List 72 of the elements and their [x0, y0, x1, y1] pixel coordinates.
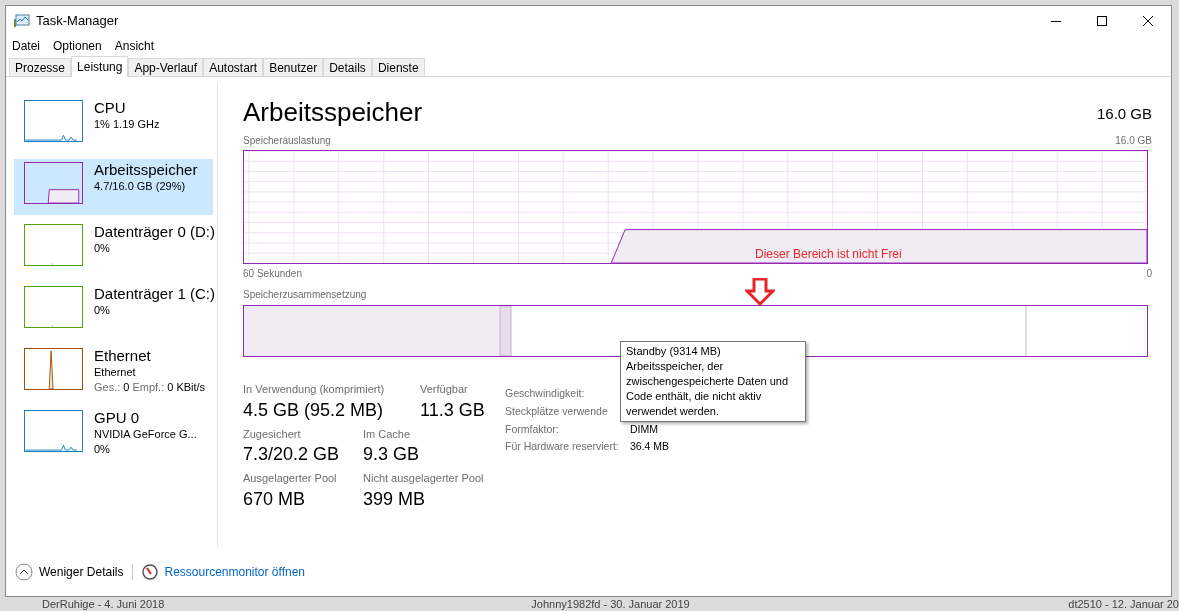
post-author: dt2510 - 12. Januar 20 [1068, 598, 1179, 611]
detail-value: 36.4 MB [630, 439, 670, 455]
graph-max: 16.0 GB [1115, 134, 1152, 148]
sidebar-item[interactable]: CPU 1% 1.19 GHz [14, 97, 213, 153]
tab[interactable]: App-Verlauf [128, 58, 204, 76]
sidebar-item[interactable]: Datenträger 0 (D:) 0% [14, 221, 213, 277]
stat-value: 670 MB [243, 487, 307, 511]
window-title: Task-Manager [36, 12, 119, 31]
tooltip-title: Standby (9314 MB) [626, 344, 722, 359]
tooltip-text: Arbeitsspeicher, der zwischengespeicherte Daten und Code enthält, die nicht aktiv verwendet werden. [626, 359, 790, 419]
resource-name: Arbeitsspeicher [94, 160, 198, 179]
sidebar-item[interactable]: Arbeitsspeicher 4.7/16.0 GB (29%) [14, 159, 213, 215]
resource-name: Datenträger 0 (D:) [94, 222, 215, 241]
monitor-icon [14, 14, 30, 28]
detail-value: DIMM [630, 421, 659, 437]
detail-label: Formfaktor: [505, 421, 560, 437]
detail-label: Für Hardware reserviert: [505, 439, 620, 455]
menu-item[interactable]: Datei [12, 37, 40, 55]
minimize-icon [1051, 20, 1061, 22]
stat-value: 7.3/20.2 GB [243, 443, 341, 466]
resource-monitor-link[interactable]: Ressourcenmonitor öffnen [164, 563, 305, 581]
resource-detail: 0% [94, 303, 111, 318]
stat-value: 399 MB [363, 487, 427, 511]
menu-item[interactable]: Optionen [53, 37, 102, 55]
sidebar-item[interactable]: GPU 0 NVIDIA GeForce G... 0% [14, 407, 213, 463]
resource-detail: Ethernet [94, 365, 137, 380]
stat-label: Im Cache [363, 426, 412, 442]
maximize-icon [1097, 16, 1107, 26]
resource-detail: 0% [94, 442, 111, 457]
time-axis-start: 60 Sekunden [243, 267, 302, 281]
sidebar-item[interactable]: Datenträger 1 (C:) 0% [14, 283, 213, 339]
composition-label: Speicherzusammensetzung [243, 288, 367, 302]
rate-value: 0 KBit/s [167, 380, 206, 395]
rate-value: 0 [123, 380, 130, 395]
graph-label: Speicherauslastung [243, 134, 331, 148]
tab[interactable]: Dienste [371, 58, 425, 76]
rate-label: Empf.: [132, 380, 165, 395]
menu-item[interactable]: Ansicht [114, 37, 155, 55]
arrow-down-icon [745, 278, 775, 306]
stat-label: In Verwendung (komprimiert) [243, 382, 386, 397]
resource-detail: NVIDIA GeForce G... [94, 427, 197, 442]
page-title: Arbeitsspeicher [243, 97, 423, 127]
post-author: Johnny1982fd - 30. Januar 2019 [531, 598, 691, 611]
stat-label: Ausgelagerter Pool [243, 471, 338, 486]
sidebar-item[interactable]: Ethernet Ethernet Ges.: 0 Empf.: 0 KBit/s [14, 345, 213, 401]
rate-label: Ges.: [94, 380, 121, 395]
stat-label: Zugesichert [243, 426, 302, 442]
tab[interactable]: Details [323, 58, 372, 76]
resource-name: CPU [94, 98, 127, 117]
total-memory: 16.0 GB [1096, 103, 1152, 124]
tab[interactable]: Autostart [203, 58, 264, 76]
stat-value: 11.3 GB [420, 398, 485, 422]
resource-detail: 4.7/16.0 GB (29%) [94, 179, 187, 194]
post-author: DerRuhige - 4. Juni 2018 [42, 598, 166, 611]
less-details-button[interactable]: Weniger Details [15, 563, 124, 581]
resource-name: Datenträger 1 (C:) [94, 284, 215, 303]
annotation-text: Dieser Bereich ist nicht Frei [755, 246, 902, 263]
chevron-up-icon [15, 563, 33, 581]
tab[interactable]: Prozesse [9, 58, 72, 76]
resource-name: Ethernet [94, 346, 152, 365]
gauge-icon [142, 564, 159, 580]
stat-label: Nicht ausgelagerter Pool [363, 471, 484, 486]
close-icon [1143, 16, 1153, 26]
tab[interactable]: Benutzer [263, 58, 324, 76]
time-axis-end: 0 [1146, 267, 1152, 281]
resource-detail: 0% [94, 241, 111, 256]
stat-value: 9.3 GB [363, 443, 420, 466]
stat-label: Verfügbar [420, 382, 469, 397]
stat-value: 4.5 GB (95.2 MB) [243, 398, 385, 422]
tab[interactable]: Leistung [71, 56, 129, 77]
resource-name: GPU 0 [94, 408, 140, 427]
resource-detail: 1% 1.19 GHz [94, 117, 160, 132]
